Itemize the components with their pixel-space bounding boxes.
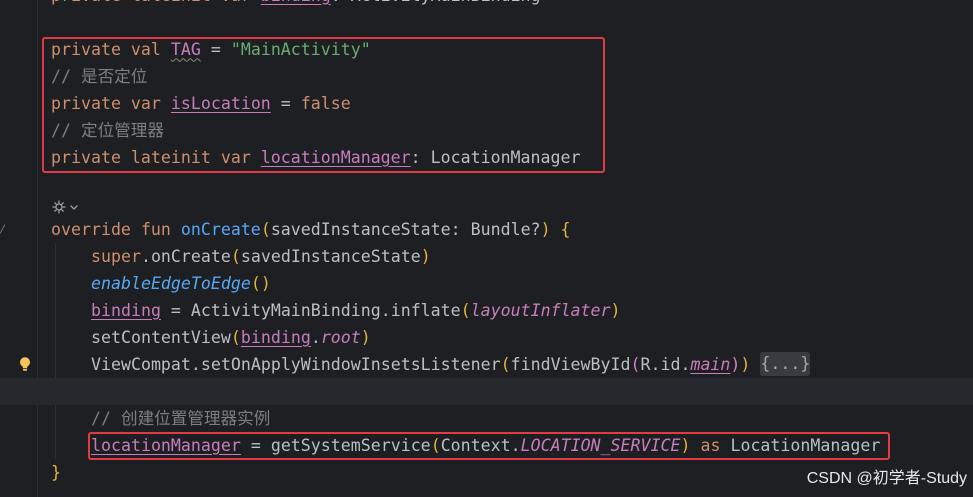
bracket-token: ( [230, 246, 241, 266]
resource-id-token: main [690, 354, 731, 374]
bracket-token: ) [730, 354, 741, 374]
extension-property-token: root [320, 327, 361, 347]
property-token: binding [240, 327, 311, 347]
bracket-token: } [51, 462, 61, 482]
inlay-hint-row [0, 198, 973, 216]
bracket-token: ( [500, 354, 511, 374]
plain-token: . [310, 327, 321, 347]
watermark: CSDN @初学者-Study [806, 470, 967, 487]
bracket-token: { [550, 219, 571, 239]
code-line[interactable]: override fun onCreate ( savedInstanceSta… [0, 216, 973, 243]
keyword-token: override fun [51, 219, 181, 239]
folded-code-region[interactable]: {...} [760, 352, 811, 376]
plain-token: setContentView [91, 327, 231, 347]
gear-icon[interactable] [52, 199, 66, 214]
bracket-token: ) [540, 219, 551, 239]
property-token: binding [261, 0, 331, 9]
code-line[interactable]: setContentView ( binding . root ) [0, 324, 973, 351]
bracket-token: ) [420, 246, 431, 266]
chevron-down-icon[interactable] [68, 200, 80, 214]
property-token: binding [91, 300, 161, 320]
highlight-box-declarations [42, 37, 605, 173]
code-line[interactable]: super .onCreate ( savedInstanceState ) [0, 243, 973, 270]
plain-token: = ActivityMainBinding.inflate [160, 300, 461, 320]
plain-token: ViewCompat.setOnApplyWindowInsetsListene… [91, 354, 501, 374]
bracket-token: () [250, 273, 271, 293]
plain-token: findViewById [510, 354, 631, 374]
bracket-token: ) [740, 354, 751, 374]
bracket-token: ( [630, 354, 641, 374]
code-editor[interactable]: private lateinit var binding : ActivityM… [0, 0, 973, 497]
plain-token: : ActivityMainBinding [331, 0, 541, 9]
function-token: enableEdgeToEdge [91, 273, 251, 293]
comment-token: // 创建位置管理器实例 [91, 408, 271, 428]
code-line[interactable]: private lateinit var binding : ActivityM… [0, 0, 973, 9]
highlight-box-location-manager [88, 432, 890, 460]
blank-line[interactable] [0, 171, 973, 198]
keyword-token: super [91, 246, 141, 266]
fold-marker-icon[interactable] [0, 223, 6, 234]
code-line[interactable]: enableEdgeToEdge () [0, 270, 973, 297]
bracket-token: ) [610, 300, 621, 320]
bracket-token: ( [230, 327, 241, 347]
bracket-token: ) [360, 327, 371, 347]
current-line[interactable] [0, 377, 973, 405]
function-token: onCreate [180, 219, 261, 239]
code-line[interactable]: binding = ActivityMainBinding.inflate ( … [0, 297, 973, 324]
code-line[interactable]: // 创建位置管理器实例 [0, 405, 973, 432]
keyword-token: private lateinit var [51, 0, 261, 9]
lightbulb-icon[interactable] [18, 356, 32, 372]
blank-line[interactable] [0, 9, 973, 36]
plain-token: savedInstanceState [240, 246, 421, 266]
bracket-token: ( [460, 300, 471, 320]
code-line[interactable]: ViewCompat.setOnApplyWindowInsetsListene… [0, 351, 973, 378]
plain-token: savedInstanceState: Bundle? [270, 219, 541, 239]
extension-property-token: layoutInflater [470, 300, 611, 320]
plain-token: R.id. [640, 354, 691, 374]
plain-token: .onCreate [140, 246, 231, 266]
bracket-token: ( [260, 219, 271, 239]
